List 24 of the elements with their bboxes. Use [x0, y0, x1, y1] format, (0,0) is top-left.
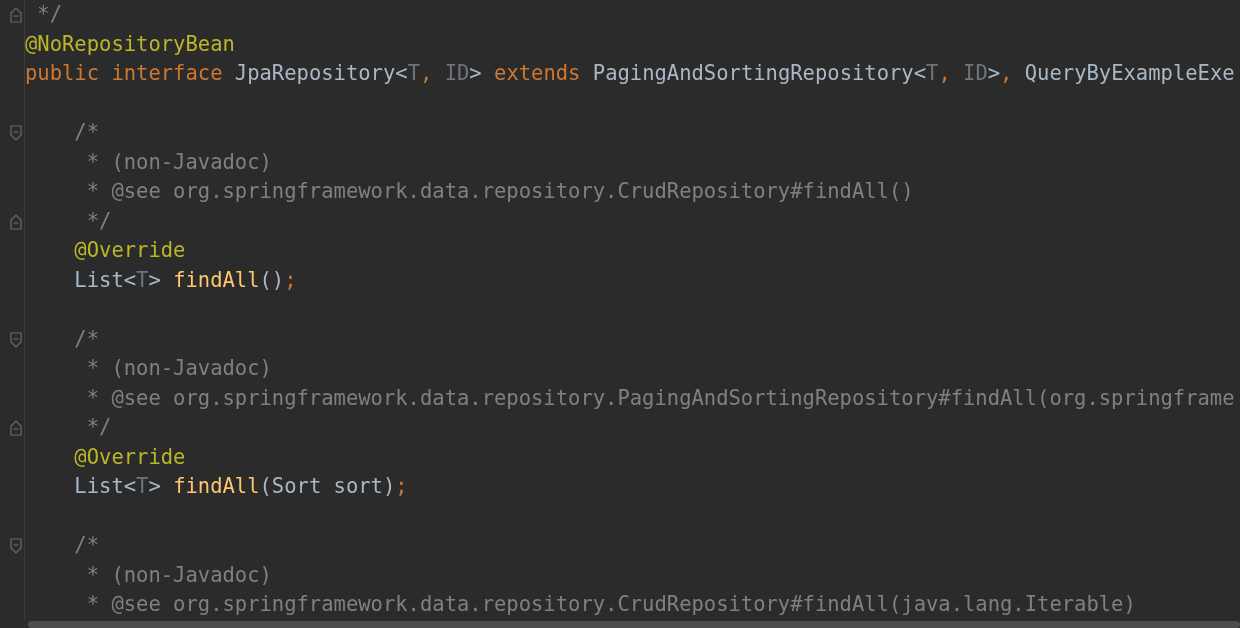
fold-icon[interactable] — [10, 7, 22, 23]
code-line: * (non-Javadoc) — [85, 561, 272, 589]
fold-icon[interactable] — [10, 331, 22, 348]
code-line: List<T> findAll(); — [73, 266, 297, 294]
code-line: @Override — [73, 237, 186, 264]
fold-icon[interactable] — [10, 125, 22, 141]
code-line: */ — [36, 1, 63, 28]
code-line: * @see org.springframework.data.repository.PagingAndSortingRepository#findAll(org.springframe — [85, 384, 1235, 412]
code-line: List<T> findAll(Sort sort); — [73, 473, 408, 500]
code-line: */ — [85, 207, 112, 235]
code-line: public interface JpaRepository<T, ID> extends PagingAndSortingRepository<T, ID>, QueryByExampleExe — [25, 60, 1235, 87]
fold-icon[interactable] — [10, 213, 22, 230]
fold-icon[interactable] — [10, 538, 22, 554]
code-line: @Override — [73, 443, 186, 471]
code-line: * @see org.springframework.data.repository.CrudRepository#findAll(java.lang.Iterable) — [85, 591, 1136, 618]
code-line: * (non-Javadoc) — [85, 355, 272, 382]
code-line: * @see org.springframework.data.repository.CrudRepository#findAll() — [85, 178, 914, 205]
code-line: /* — [73, 325, 100, 353]
code-line: * (non-Javadoc) — [85, 148, 272, 176]
code-line: /* — [73, 119, 100, 146]
fold-icon[interactable] — [10, 420, 22, 436]
code-line: */ — [85, 414, 112, 441]
code-line: @NoRepositoryBean — [25, 30, 235, 58]
code-line: /* — [73, 532, 100, 559]
